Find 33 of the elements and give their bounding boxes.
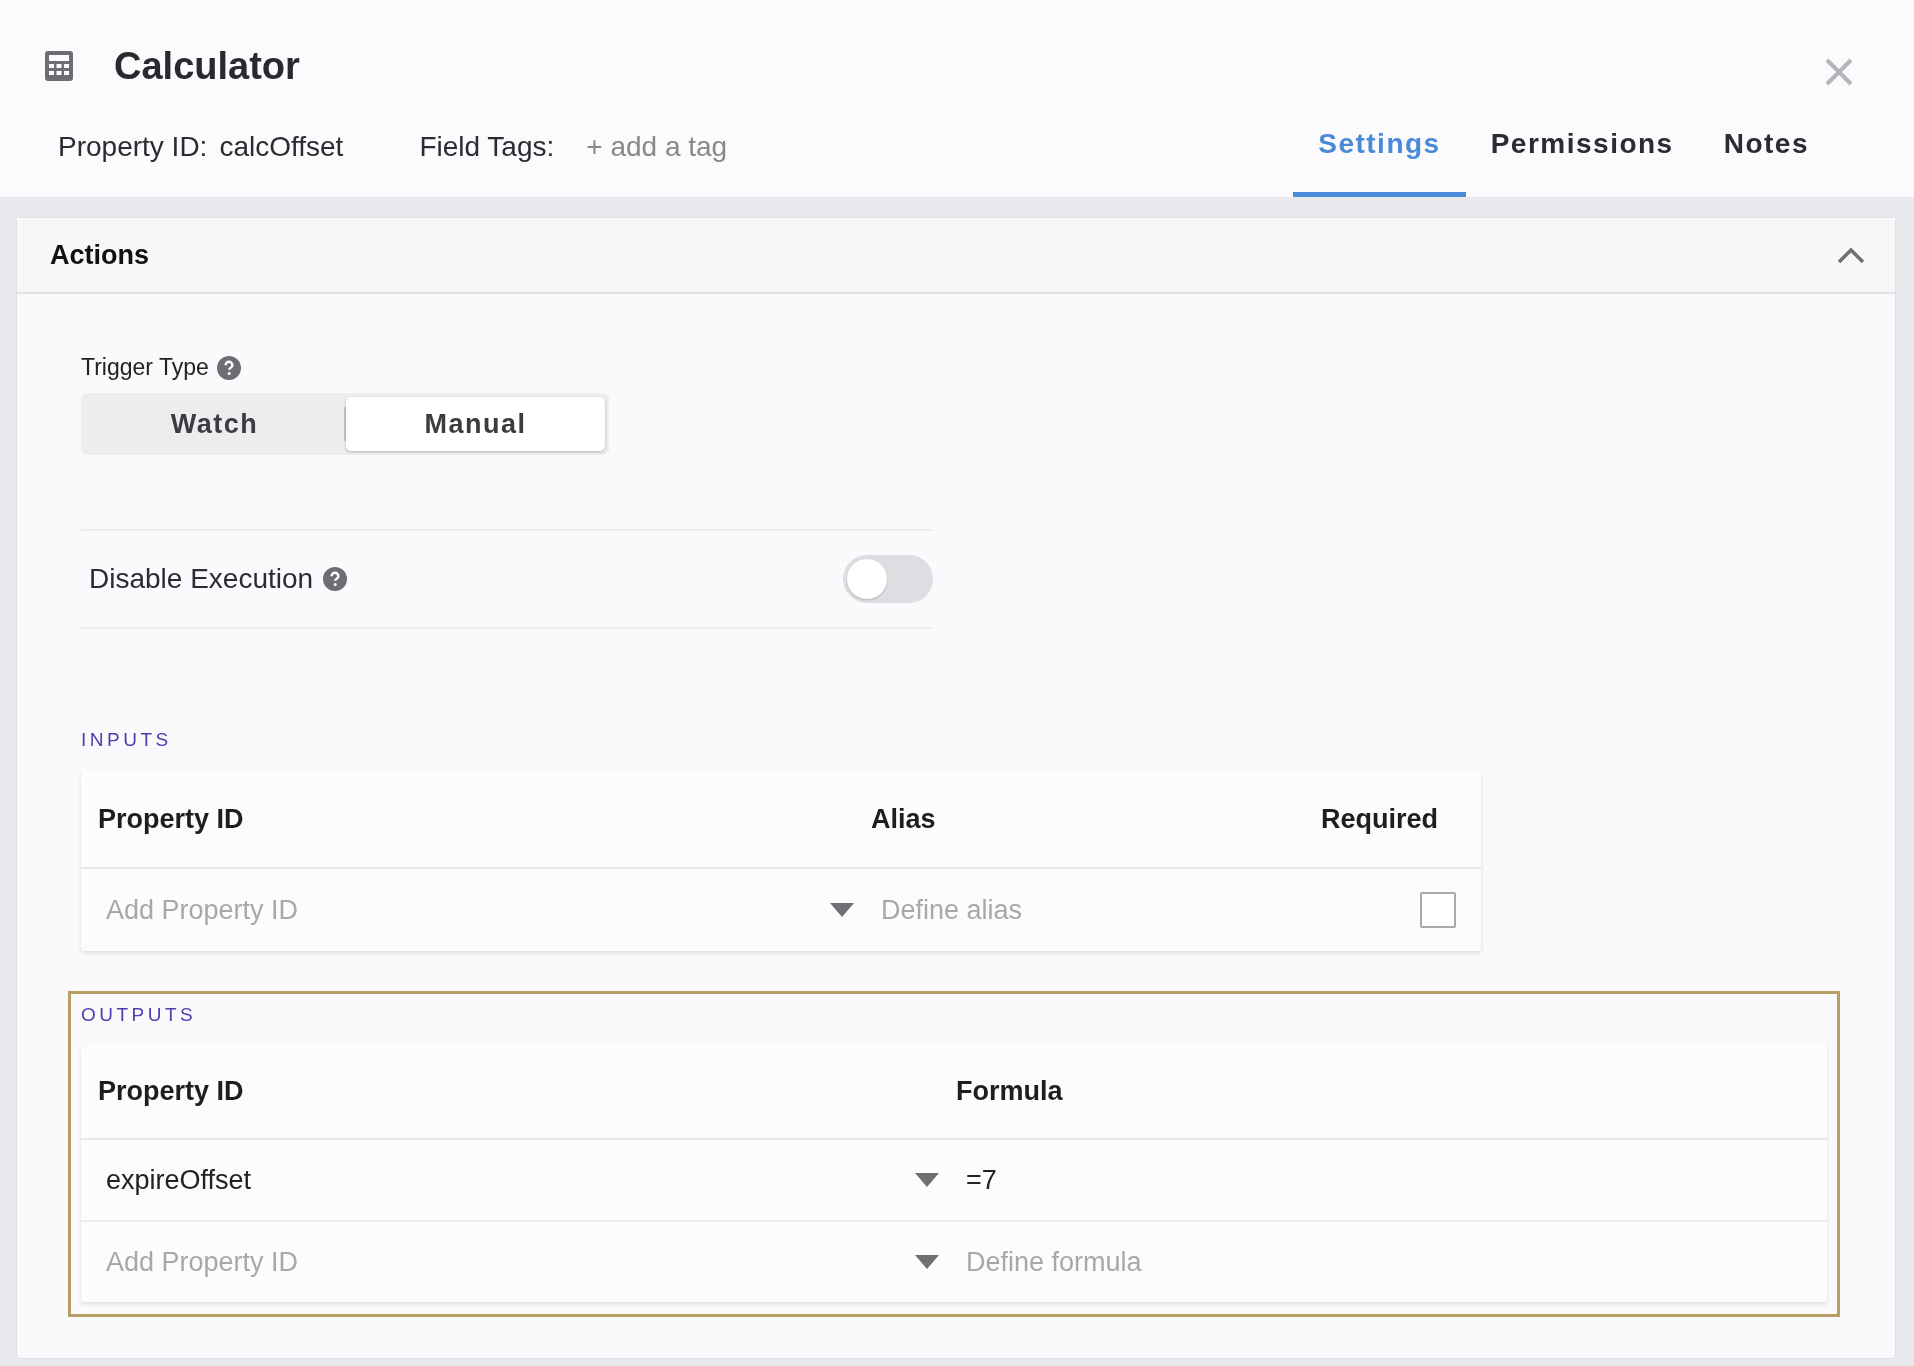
window-title: Calculator: [114, 44, 300, 88]
property-id-value: calcOffset: [219, 131, 344, 163]
tab[interactable]: Notes: [1698, 128, 1834, 197]
column-header: Formula: [956, 1075, 1064, 1107]
required-checkbox[interactable]: [1420, 892, 1456, 928]
formula-field[interactable]: Define formula: [966, 1246, 1466, 1278]
column-header: Required: [1321, 803, 1440, 835]
property-id-dropdown[interactable]: Add Property ID: [106, 1246, 586, 1278]
caret-icon[interactable]: [915, 1173, 939, 1187]
segment-option[interactable]: Watch: [85, 397, 344, 451]
caret-icon[interactable]: [915, 1255, 939, 1269]
help-icon[interactable]: [323, 567, 348, 591]
field-label: Trigger Type: [81, 354, 209, 381]
section-title: OUTPUTS: [81, 1004, 198, 1026]
property-id-dropdown[interactable]: Add Property ID: [106, 894, 586, 926]
help-icon[interactable]: [216, 355, 241, 380]
column-header: Property ID: [97, 1075, 245, 1107]
chevron-icon[interactable]: [1837, 246, 1865, 264]
column-header: Alias: [871, 803, 937, 835]
toggle-switch[interactable]: [843, 555, 933, 603]
tab[interactable]: Permissions: [1465, 128, 1699, 197]
field-label: Disable Execution: [89, 563, 314, 595]
property-id-label: Property ID:: [58, 131, 208, 163]
caret-icon[interactable]: [830, 903, 854, 917]
column-header: Property ID: [97, 803, 245, 835]
formula-field[interactable]: =7: [966, 1164, 1466, 1196]
calculator-icon: [44, 50, 74, 82]
property-id-dropdown[interactable]: expireOffset: [106, 1164, 586, 1196]
section-title: INPUTS: [81, 729, 173, 751]
segment-option[interactable]: Manual: [346, 397, 605, 451]
alias-field[interactable]: Define alias: [881, 894, 1381, 926]
panel-title: Actions: [50, 239, 149, 271]
field-tags-label: Field Tags:: [419, 131, 555, 163]
